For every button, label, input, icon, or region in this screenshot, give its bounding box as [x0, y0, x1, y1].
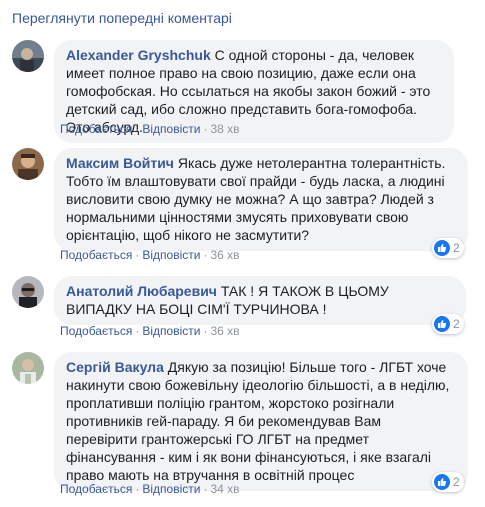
reaction-count: 2 — [453, 241, 460, 255]
separator: · — [135, 482, 140, 496]
comment-actions: Подобається · Відповісти · 36 хв — [60, 324, 240, 338]
comment-time[interactable]: 38 хв — [210, 122, 239, 136]
comment-author[interactable]: Анатолий Любаревич — [66, 283, 217, 299]
reaction-badge[interactable]: 2 — [432, 314, 464, 334]
separator: · — [203, 248, 208, 262]
avatar[interactable] — [12, 40, 44, 72]
comment-author[interactable]: Максим Войтич — [66, 155, 174, 171]
view-previous-comments-link[interactable]: Переглянути попередні коментарі — [12, 10, 232, 26]
reaction-count: 2 — [453, 475, 460, 489]
avatar[interactable] — [12, 276, 44, 308]
separator: · — [135, 324, 140, 338]
comment-actions: Подобається · Відповісти · 34 хв — [60, 482, 240, 496]
separator: · — [203, 122, 208, 136]
separator: · — [203, 482, 208, 496]
like-link[interactable]: Подобається — [60, 248, 132, 262]
comment-text: Дякую за позицію! Більше того - ЛГБТ хоч… — [66, 359, 450, 483]
thumbs-up-icon — [434, 474, 450, 490]
reaction-badge[interactable]: 2 — [432, 238, 464, 258]
separator: · — [203, 324, 208, 338]
avatar[interactable] — [12, 352, 44, 384]
reaction-count: 2 — [453, 317, 460, 331]
reaction-badge[interactable]: 2 — [432, 472, 464, 492]
separator: · — [135, 122, 140, 136]
comment-actions: Подобається · Відповісти · 38 хв — [60, 122, 240, 136]
comment-time[interactable]: 36 хв — [210, 248, 239, 262]
comment-actions: Подобається · Відповісти · 36 хв — [60, 248, 240, 262]
comment-author[interactable]: Alexander Gryshchuk — [66, 47, 211, 63]
comment-time[interactable]: 36 хв — [210, 324, 239, 338]
comment-bubble: Сергій Вакула Дякую за позицію! Більше т… — [54, 352, 468, 491]
comment-bubble: Максим Войтич Якась дуже нетолерантна то… — [54, 148, 468, 251]
reply-link[interactable]: Відповісти — [142, 248, 200, 262]
like-link[interactable]: Подобається — [60, 324, 132, 338]
thumbs-up-icon — [434, 240, 450, 256]
comment-bubble: Анатолий Любаревич ТАК ! Я ТАКОЖ В ЦЬОМУ… — [54, 276, 466, 325]
avatar[interactable] — [12, 148, 44, 180]
reply-link[interactable]: Відповісти — [142, 482, 200, 496]
reply-link[interactable]: Відповісти — [142, 122, 200, 136]
thumbs-up-icon — [434, 316, 450, 332]
comment-author[interactable]: Сергій Вакула — [66, 359, 164, 375]
reply-link[interactable]: Відповісти — [142, 324, 200, 338]
like-link[interactable]: Подобається — [60, 122, 132, 136]
like-link[interactable]: Подобається — [60, 482, 132, 496]
separator: · — [135, 248, 140, 262]
comment-time[interactable]: 34 хв — [210, 482, 239, 496]
